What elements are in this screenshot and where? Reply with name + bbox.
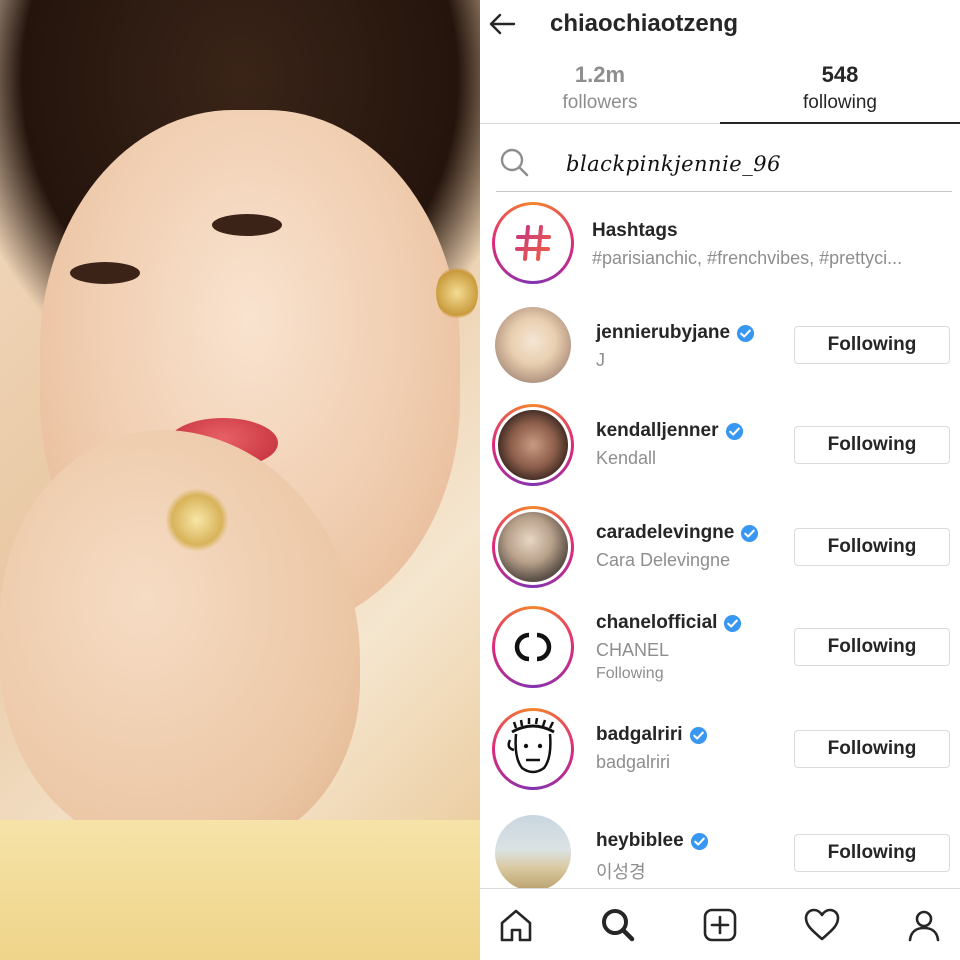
username[interactable]: jennierubyjane [596,322,730,344]
verified-badge-icon [690,832,708,850]
photo-eye-left [70,262,140,284]
photo-earring [436,266,478,320]
nav-home[interactable] [494,903,538,947]
home-icon [500,909,532,942]
verified-badge-icon [725,422,743,440]
hashtag-icon [515,225,551,261]
avatar[interactable] [492,812,574,894]
follow-status: Following [596,665,664,682]
username[interactable]: chanelofficial [596,612,717,634]
hashtags-row[interactable]: Hashtags #parisianchic, #frenchvibes, #p… [480,196,960,296]
following-label: following [803,92,877,113]
chanel-logo-icon [514,632,552,662]
list-item[interactable]: jennierubyjane J Following [480,300,960,400]
following-button[interactable]: Following [794,326,950,364]
following-button[interactable]: Following [794,628,950,666]
photo-eye-right [212,214,282,236]
full-name: Cara Delevingne [596,550,731,570]
verified-badge-icon [737,324,755,342]
avatar[interactable] [492,304,574,386]
list-item[interactable]: caradelevingne Cara Delevingne Following [480,504,960,604]
hashtags-title: Hashtags [592,220,678,241]
nav-add-post[interactable] [698,903,742,947]
nav-search[interactable] [596,903,640,947]
following-screen: chiaochiaotzeng 1.2m followers 548 follo… [480,0,960,960]
add-post-icon [703,908,737,942]
verified-badge-icon [741,524,759,542]
avatar[interactable] [492,708,574,790]
heart-icon [804,908,840,941]
back-arrow-icon [489,13,516,35]
avatar[interactable] [492,506,574,588]
avatar[interactable] [492,606,574,688]
page-title: chiaochiaotzeng [550,10,739,37]
tab-following[interactable]: 548 following [720,58,960,124]
full-name: J [596,350,605,370]
following-button[interactable]: Following [794,528,950,566]
following-count: 548 [821,62,859,87]
follow-tabs: 1.2m followers 548 following [480,58,960,124]
back-button[interactable] [484,6,520,42]
verified-badge-icon [689,726,707,744]
photo-blouse [0,820,480,960]
photo-ring [165,488,229,552]
username[interactable]: heybiblee [596,830,684,852]
full-name: Kendall [596,448,657,468]
doodle-face-icon [507,718,555,774]
search-icon [500,148,529,177]
full-name: badgalriri [596,752,671,772]
verified-badge-icon [724,614,742,632]
followers-label: followers [562,92,638,113]
list-item[interactable]: chanelofficial CHANEL Following Followin… [480,606,960,706]
list-item[interactable]: badgalriri badgalriri Following [480,708,960,808]
following-button[interactable]: Following [794,426,950,464]
profile-icon [908,910,940,942]
hashtag-avatar [492,202,574,284]
username[interactable]: caradelevingne [596,522,734,544]
avatar[interactable] [492,404,574,486]
search-icon [602,909,635,942]
bottom-nav [480,888,960,960]
top-bar: chiaochiaotzeng [480,0,960,48]
following-button[interactable]: Following [794,730,950,768]
following-button[interactable]: Following [794,834,950,872]
username[interactable]: kendalljenner [596,420,719,442]
profile-photo [0,0,480,960]
active-tab-indicator [720,122,960,124]
list-item[interactable]: kendalljenner Kendall Following [480,402,960,502]
search-bar [496,136,952,192]
username[interactable]: badgalriri [596,724,683,746]
search-input[interactable] [566,146,936,182]
nav-activity[interactable] [800,903,844,947]
nav-profile[interactable] [902,903,946,947]
full-name: 이성경 [596,862,646,882]
tab-followers[interactable]: 1.2m followers [480,58,720,124]
hashtags-subtitle: #parisianchic, #frenchvibes, #prettyci..… [592,248,903,268]
followers-count: 1.2m [574,62,626,87]
full-name: CHANEL [596,640,670,660]
